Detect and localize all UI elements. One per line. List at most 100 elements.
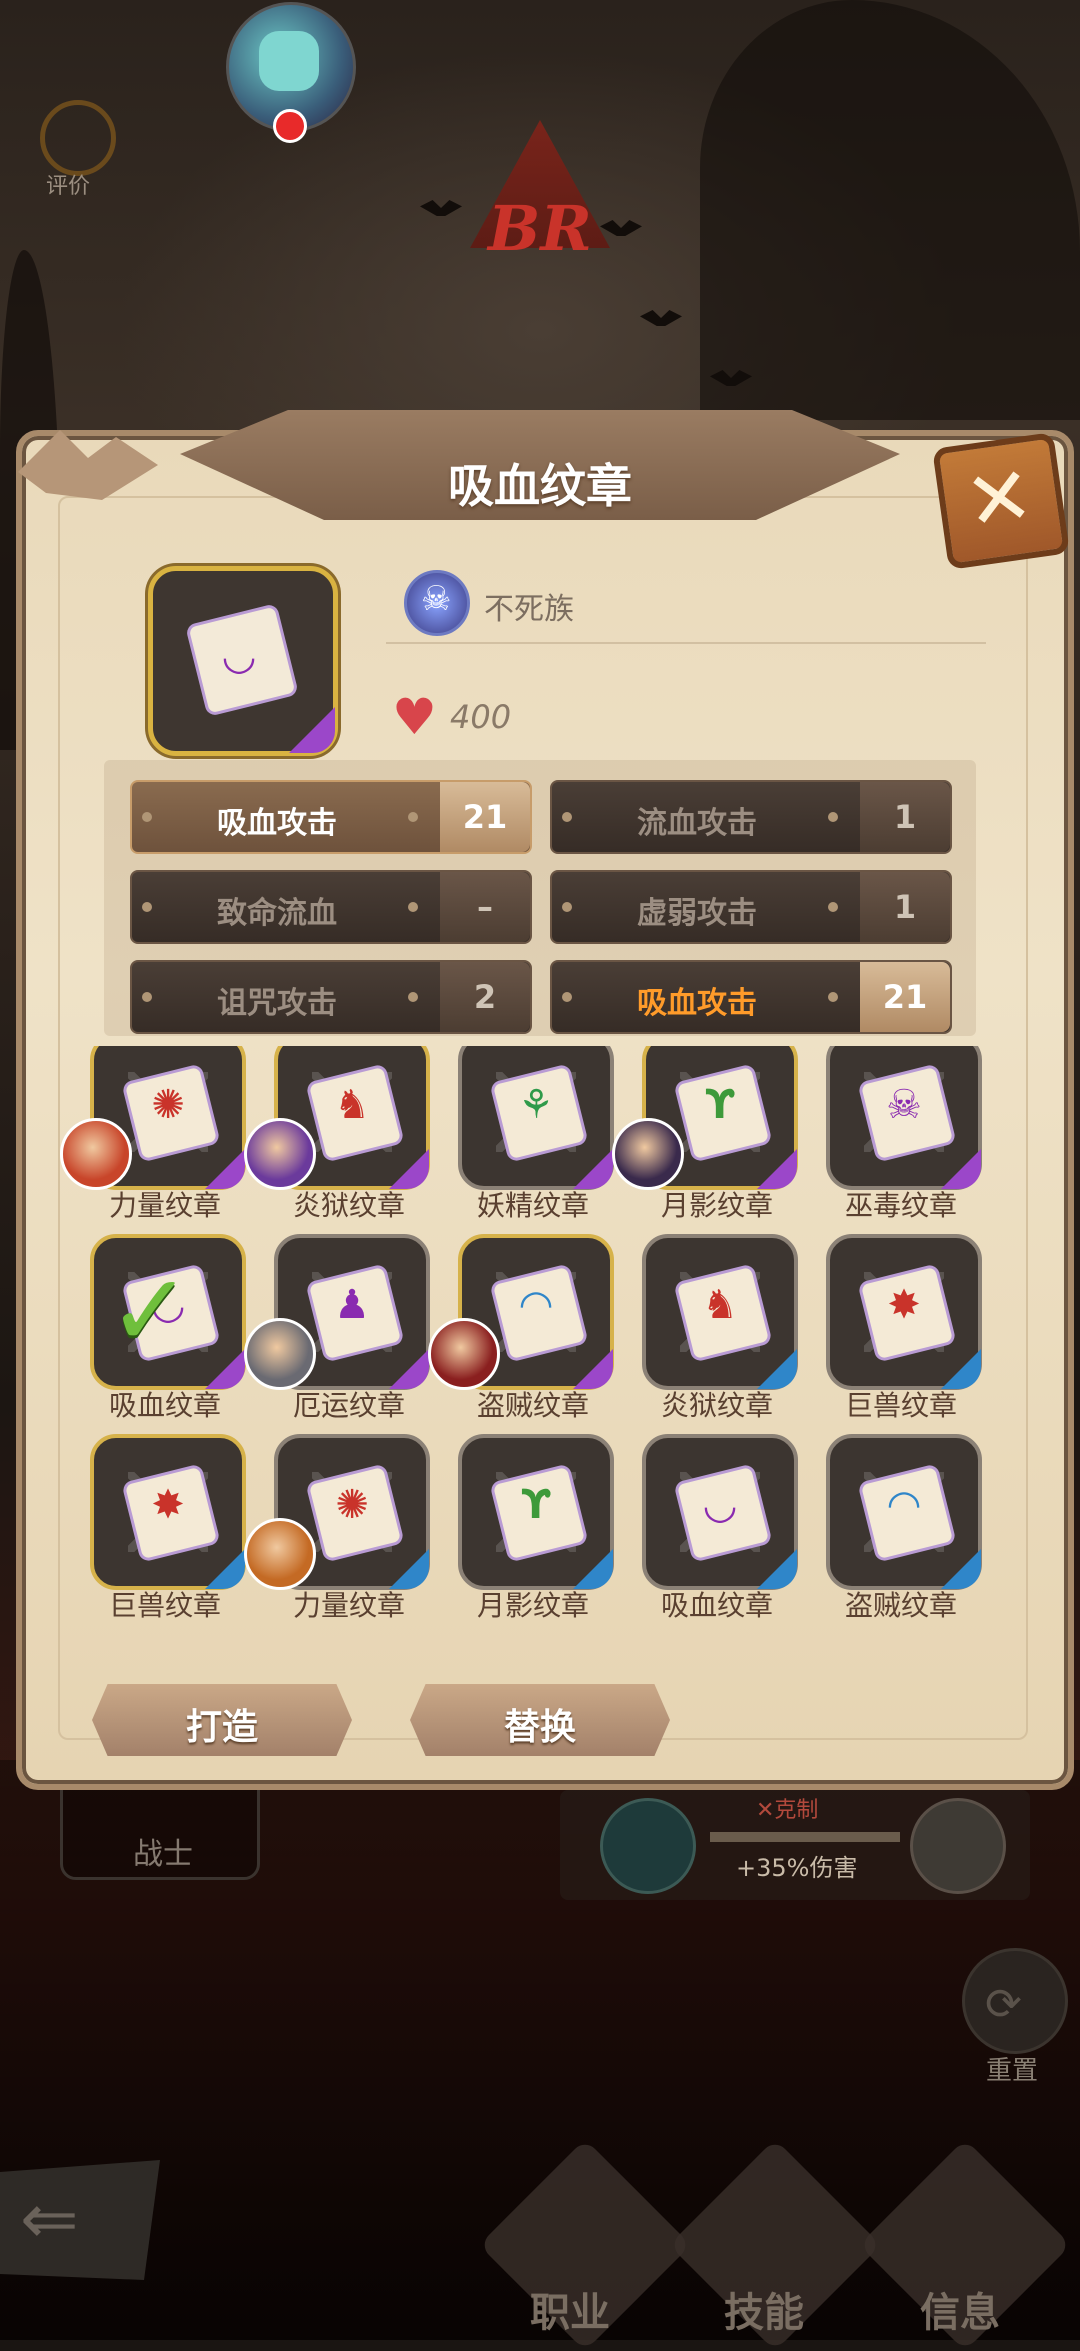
- emblem-item[interactable]: ◡ 吸血纹章: [612, 1434, 798, 1630]
- equipped-hero-avatar: [428, 1318, 500, 1390]
- close-icon: ✕: [959, 448, 1039, 550]
- rarity-corner: [573, 1549, 613, 1589]
- rate-button[interactable]: [40, 100, 116, 176]
- equipped-hero-avatar: [244, 1118, 316, 1190]
- emblem-item[interactable]: ϒ 月影纹章: [612, 1046, 798, 1230]
- emblem-name: 巫毒纹章: [844, 1189, 957, 1222]
- notification-dot: [273, 109, 307, 143]
- counter-panel: ✕克制 +35%伤害: [560, 1790, 1030, 1900]
- race-label: 不死族: [484, 592, 574, 627]
- player-avatar[interactable]: [226, 2, 356, 143]
- selected-emblem-preview: ◡: [148, 566, 338, 756]
- rarity-corner: [573, 1149, 613, 1189]
- equipped-hero-avatar: [244, 1518, 316, 1590]
- rarity-corner: [941, 1149, 981, 1189]
- emblem-slot[interactable]: ϒ: [458, 1434, 614, 1590]
- emblem-symbol: ✸: [151, 1482, 185, 1528]
- emblem-item[interactable]: ♞ 炎狱纹章: [244, 1046, 430, 1230]
- stat-value: 21: [440, 782, 530, 852]
- equipped-hero-avatar: [612, 1118, 684, 1190]
- counter-hero-icon: [600, 1798, 696, 1894]
- counter-arrow: [710, 1832, 900, 1842]
- forge-button[interactable]: 打造: [92, 1684, 352, 1756]
- emblem-symbol: ✺: [335, 1482, 369, 1528]
- close-button[interactable]: ✕: [932, 432, 1070, 570]
- emblem-name: 吸血纹章: [108, 1389, 221, 1422]
- hp-value: 400: [450, 698, 512, 736]
- modal-title: 吸血纹章: [448, 459, 632, 513]
- emblem-grid[interactable]: ✺ 力量纹章 ♞ 炎狱纹章 ⚘ 妖精纹章 ϒ 月影纹章 ☠ 巫毒纹章 ◡ ✓ 吸血纹章 ♟ 厄运纹章 ◠ 盗贼纹…: [60, 1046, 1020, 1656]
- emblem-item[interactable]: ⚘ 妖精纹章: [428, 1046, 614, 1230]
- stat-row: 致命流血 –: [130, 870, 532, 944]
- emblem-symbol: ✺: [151, 1082, 185, 1128]
- replace-button[interactable]: 替换: [410, 1684, 670, 1756]
- stat-row: 吸血攻击 21: [130, 780, 532, 854]
- counter-bonus: +35%伤害: [736, 1854, 858, 1882]
- fang-symbol: ◡: [223, 633, 255, 679]
- stat-label: 流血攻击: [637, 806, 757, 841]
- rarity-corner: [205, 1149, 245, 1189]
- nav-label-class: 职业: [530, 2290, 610, 2336]
- stat-value: 21: [860, 962, 950, 1032]
- rarity-corner: [941, 1549, 981, 1589]
- rarity-corner: [389, 1349, 429, 1389]
- stat-label: 诅咒攻击: [217, 986, 337, 1021]
- emblem-item[interactable]: ✸ 巨兽纹章: [60, 1434, 246, 1630]
- emblem-symbol: ♞: [334, 1082, 370, 1128]
- rarity-corner: [205, 1349, 245, 1389]
- emblem-name: 厄运纹章: [292, 1389, 405, 1422]
- divider: [386, 642, 986, 644]
- refresh-icon: ⟳: [985, 1979, 1022, 2030]
- reset-label: 重置: [986, 2056, 1039, 2086]
- forge-label: 打造: [185, 1707, 258, 1748]
- equipped-hero-avatar: [60, 1118, 132, 1190]
- nav-label-info: 信息: [920, 2290, 1000, 2336]
- reset-button[interactable]: ⟳: [962, 1948, 1068, 2054]
- emblem-symbol: ϒ: [521, 1482, 551, 1528]
- emblem-slot[interactable]: ⚘: [458, 1046, 614, 1190]
- emblem-slot[interactable]: ◠: [826, 1434, 982, 1590]
- stat-row: 吸血攻击 21: [550, 960, 952, 1034]
- stat-label: 致命流血: [217, 896, 337, 931]
- checkmark-icon: ✓: [108, 1252, 192, 1369]
- emblem-symbol: ♟: [334, 1282, 370, 1328]
- stat-label: 虚弱攻击: [637, 896, 757, 931]
- emblem-name: 月影纹章: [476, 1589, 589, 1622]
- emblem-item[interactable]: ϒ 月影纹章: [428, 1434, 614, 1630]
- emblem-name: 力量纹章: [292, 1589, 405, 1622]
- emblem-symbol: ☠: [886, 1082, 922, 1128]
- emblem-slot[interactable]: ♞: [642, 1234, 798, 1390]
- rarity-corner: [573, 1349, 613, 1389]
- emblem-item[interactable]: ✺ 力量纹章: [244, 1434, 430, 1630]
- emblem-symbol: ◡: [704, 1482, 736, 1528]
- emblem-slot[interactable]: ☠: [826, 1046, 982, 1190]
- emblem-item[interactable]: ◡ ✓ 吸血纹章: [60, 1234, 246, 1430]
- emblem-slot[interactable]: ◡: [642, 1434, 798, 1590]
- rarity-corner: [757, 1549, 797, 1589]
- avatar-face: [259, 31, 319, 91]
- emblem-name: 盗贼纹章: [476, 1389, 589, 1422]
- emblem-item[interactable]: ✺ 力量纹章: [60, 1046, 246, 1230]
- emblem-symbol: ⚘: [518, 1082, 554, 1128]
- emblem-name: 炎狱纹章: [660, 1389, 773, 1422]
- emblem-slot[interactable]: ✸: [826, 1234, 982, 1390]
- emblem-item[interactable]: ◠ 盗贼纹章: [428, 1234, 614, 1430]
- emblem-item[interactable]: ✸ 巨兽纹章: [796, 1234, 982, 1430]
- stat-row: 诅咒攻击 2: [130, 960, 532, 1034]
- equipped-hero-avatar: [244, 1318, 316, 1390]
- rarity-corner: [289, 707, 335, 753]
- emblem-item[interactable]: ♟ 厄运纹章: [244, 1234, 430, 1430]
- emblem-item[interactable]: ☠ 巫毒纹章: [796, 1046, 982, 1230]
- emblem-item[interactable]: ◠ 盗贼纹章: [796, 1434, 982, 1630]
- skull-icon: ☠: [421, 579, 452, 619]
- rate-label: 评价: [46, 174, 91, 199]
- rarity-corner: [389, 1149, 429, 1189]
- emblem-symbol: ◠: [888, 1482, 920, 1528]
- rarity-corner: [757, 1349, 797, 1389]
- emblem-name: 吸血纹章: [660, 1589, 773, 1622]
- stat-label: 吸血攻击: [217, 806, 337, 841]
- emblem-item[interactable]: ♞ 炎狱纹章: [612, 1234, 798, 1430]
- back-button[interactable]: ⇐: [0, 2160, 160, 2280]
- emblem-symbol: ✸: [887, 1282, 921, 1328]
- emblem-slot[interactable]: ✸: [90, 1434, 246, 1590]
